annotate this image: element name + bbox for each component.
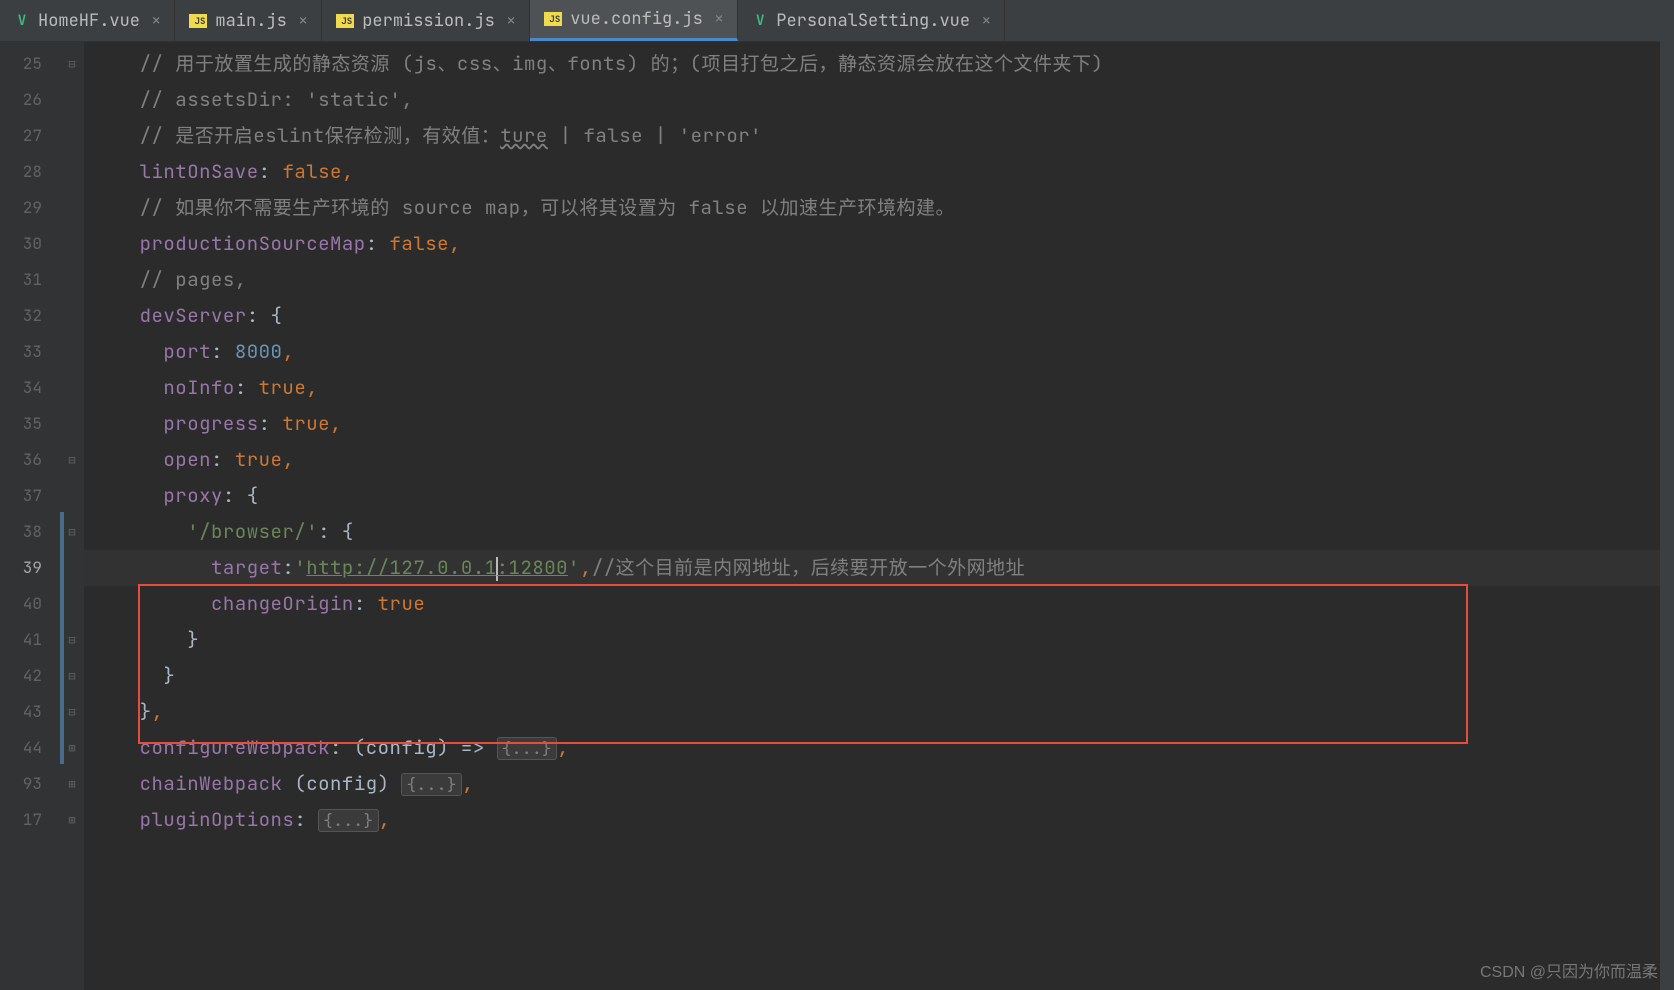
vue-icon: V [14,13,30,29]
tab-permission[interactable]: JS permission.js ✕ [322,0,530,41]
line-number: 32 [0,298,60,334]
code-line: configureWebpack: (config) => {...}, [84,730,1674,766]
tab-homehf[interactable]: V HomeHF.vue ✕ [0,0,175,41]
close-icon[interactable]: ✕ [982,12,990,30]
line-number: 27 [0,118,60,154]
line-number: 30 [0,226,60,262]
code-line: // 如果你不需要生产环境的 source map，可以将其设置为 false … [84,190,1674,226]
line-number: 42 [0,658,60,694]
js-icon: JS [336,14,354,28]
code-line: // pages, [84,262,1674,298]
code-line: } [84,658,1674,694]
tab-label: PersonalSetting.vue [776,10,970,32]
fold-spacer [60,406,84,442]
fold-toggle[interactable]: ⊟ [60,442,84,478]
tab-vueconfig[interactable]: JS vue.config.js ✕ [530,0,738,41]
code-line-current: target:'http://127.0.0.1:12800',//这个目前是内… [84,550,1674,586]
editor-tabs: V HomeHF.vue ✕ JS main.js ✕ JS permissio… [0,0,1674,42]
fold-spacer [60,262,84,298]
close-icon[interactable]: ✕ [715,10,723,28]
fold-spacer [60,478,84,514]
line-number: 31 [0,262,60,298]
code-line: noInfo: true, [84,370,1674,406]
fold-spacer [60,82,84,118]
code-line: // 用于放置生成的静态资源 (js、css、img、fonts) 的；(项目打… [84,46,1674,82]
js-icon: JS [189,14,207,28]
line-number: 38 [0,514,60,550]
line-number: 36 [0,442,60,478]
code-line: '/browser/': { [84,514,1674,550]
line-number: 93 [0,766,60,802]
line-number: 29 [0,190,60,226]
line-number: 35 [0,406,60,442]
line-number: 40 [0,586,60,622]
line-number: 37 [0,478,60,514]
fold-spacer [60,190,84,226]
line-number: 39 [0,550,60,586]
tab-label: permission.js [362,10,495,32]
fold-spacer [60,298,84,334]
code-line: lintOnSave: false, [84,154,1674,190]
fold-toggle[interactable]: ⊞ [60,802,84,838]
code-line: open: true, [84,442,1674,478]
code-line: pluginOptions: {...}, [84,802,1674,838]
line-number: 26 [0,82,60,118]
tab-label: HomeHF.vue [38,10,140,32]
close-icon[interactable]: ✕ [152,12,160,30]
fold-toggle[interactable]: ⊞ [60,766,84,802]
line-number: 25 [0,46,60,82]
line-number: 34 [0,370,60,406]
fold-spacer [60,226,84,262]
code-line: productionSourceMap: false, [84,226,1674,262]
fold-toggle[interactable]: ⊟ [60,46,84,82]
line-number: 41 [0,622,60,658]
line-number: 44 [0,730,60,766]
code-line: devServer: { [84,298,1674,334]
line-number: 33 [0,334,60,370]
scrollbar[interactable] [1660,0,1674,990]
line-number-gutter: 2526272829303132333435363738394041424344… [0,42,60,990]
vue-icon: V [752,13,768,29]
watermark: CSDN @只因为你而温柔 [1480,958,1658,982]
line-number: 17 [0,802,60,838]
change-marker [60,512,64,764]
code-line: } [84,622,1674,658]
js-icon: JS [544,12,562,26]
code-line: changeOrigin: true [84,586,1674,622]
tab-label: vue.config.js [570,8,703,30]
close-icon[interactable]: ✕ [507,12,515,30]
fold-spacer [60,154,84,190]
code-line: port: 8000, [84,334,1674,370]
tab-personalsetting[interactable]: V PersonalSetting.vue ✕ [738,0,1005,41]
code-area[interactable]: // 用于放置生成的静态资源 (js、css、img、fonts) 的；(项目打… [84,42,1674,990]
code-line: }, [84,694,1674,730]
code-line: chainWebpack (config) {...}, [84,766,1674,802]
line-number: 28 [0,154,60,190]
code-line: // 是否开启eslint保存检测，有效值：ture | false | 'er… [84,118,1674,154]
line-number: 43 [0,694,60,730]
code-line: proxy: { [84,478,1674,514]
close-icon[interactable]: ✕ [299,12,307,30]
code-editor[interactable]: 2526272829303132333435363738394041424344… [0,42,1674,990]
fold-spacer [60,118,84,154]
code-line: // assetsDir: 'static', [84,82,1674,118]
fold-spacer [60,370,84,406]
tab-label: main.js [215,10,286,32]
code-line: progress: true, [84,406,1674,442]
tab-main[interactable]: JS main.js ✕ [175,0,322,41]
fold-spacer [60,334,84,370]
